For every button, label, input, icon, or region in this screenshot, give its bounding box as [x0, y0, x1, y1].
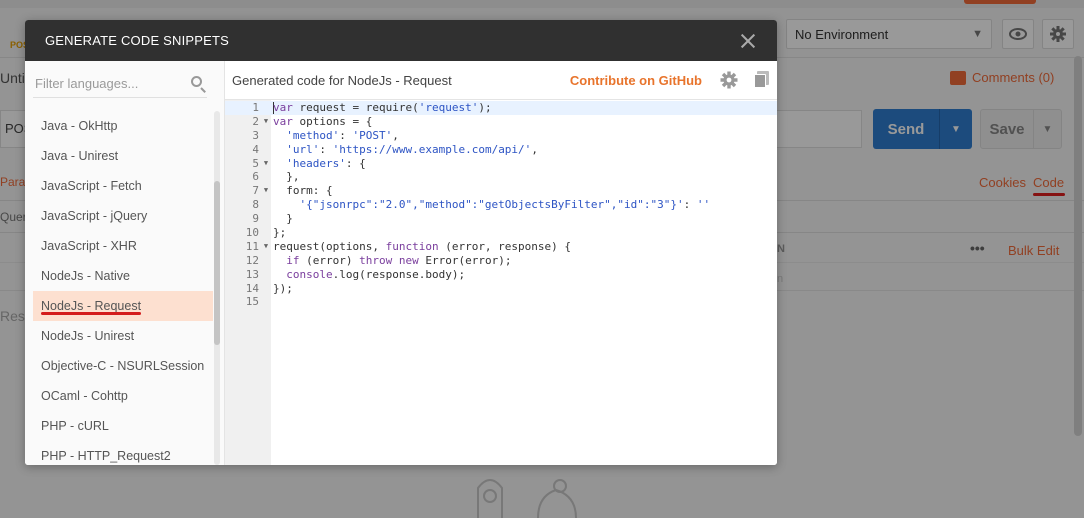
- language-item[interactable]: PHP - cURL: [33, 411, 213, 441]
- language-item[interactable]: JavaScript - Fetch: [33, 171, 213, 201]
- language-search-input[interactable]: [33, 76, 173, 91]
- fold-arrow-icon: ▼: [263, 116, 269, 125]
- github-link[interactable]: Contribute on GitHub: [570, 73, 702, 88]
- code-line: 11 ▼ request(options, function (error, res…: [245, 239, 572, 253]
- code-line: 4 'url': 'https://www.example.com/api/',: [252, 142, 538, 156]
- code-line: 9 }: [252, 212, 293, 226]
- code-line: 12 if (error) throw new Error(error);: [245, 253, 512, 267]
- code-line: 15: [245, 295, 259, 309]
- language-item[interactable]: Java - OkHttp: [33, 111, 213, 141]
- code-editor[interactable]: 1 var request = require('request'); 2 ▼ var…: [225, 99, 777, 465]
- code-line: 1 var request = require('request');: [225, 101, 777, 115]
- modal-body: Java - OkHttp Java - Unirest JavaScript …: [25, 61, 777, 465]
- fold-arrow-icon: ▼: [263, 241, 269, 250]
- language-item-selected[interactable]: NodeJs - Request: [33, 291, 213, 321]
- language-item[interactable]: PHP - HTTP_Request2: [33, 441, 213, 465]
- fold-arrow-icon: ▼: [263, 158, 269, 167]
- modal-title: GENERATE CODE SNIPPETS: [45, 33, 230, 48]
- code-line: 5 ▼ 'headers': {: [252, 156, 366, 170]
- language-item[interactable]: Java - Unirest: [33, 141, 213, 171]
- code-content[interactable]: 1 var request = require('request'); 2 ▼ var…: [225, 101, 777, 309]
- code-line: 7 ▼ form: {: [252, 184, 333, 198]
- code-panel-title: Generated code for NodeJs - Request: [232, 72, 452, 88]
- annotation-underline: [41, 312, 141, 315]
- code-line: 3 'method': 'POST',: [252, 128, 399, 142]
- language-search: [33, 70, 207, 98]
- search-icon[interactable]: [191, 75, 207, 93]
- language-item[interactable]: NodeJs - Unirest: [33, 321, 213, 351]
- language-item[interactable]: JavaScript - XHR: [33, 231, 213, 261]
- code-panel-header: Generated code for NodeJs - Request Cont…: [225, 61, 777, 99]
- scrollbar-thumb[interactable]: [214, 181, 220, 345]
- language-item[interactable]: OCaml - Cohttp: [33, 381, 213, 411]
- language-list: Java - OkHttp Java - Unirest JavaScript …: [33, 111, 213, 465]
- modal-header: GENERATE CODE SNIPPETS: [25, 20, 777, 61]
- language-item[interactable]: JavaScript - jQuery: [33, 201, 213, 231]
- language-panel: Java - OkHttp Java - Unirest JavaScript …: [25, 61, 225, 465]
- close-icon[interactable]: [739, 32, 757, 50]
- language-list-scrollbar[interactable]: [214, 111, 220, 465]
- code-line: 14});: [245, 281, 293, 295]
- gear-icon[interactable]: [720, 71, 738, 89]
- language-item[interactable]: NodeJs - Native: [33, 261, 213, 291]
- code-line: 10};: [245, 226, 287, 240]
- code-line: 13 console.log(response.body);: [245, 267, 466, 281]
- code-panel: Generated code for NodeJs - Request Cont…: [225, 61, 777, 465]
- language-item[interactable]: Objective-C - NSURLSession: [33, 351, 213, 381]
- generate-code-modal: GENERATE CODE SNIPPETS Java - OkHttp Jav…: [25, 20, 777, 465]
- copy-icon[interactable]: [754, 71, 770, 89]
- code-line: 6 },: [252, 170, 300, 184]
- code-line: 8 '{"jsonrpc":"2.0","method":"getObjects…: [252, 198, 711, 212]
- fold-arrow-icon: ▼: [263, 186, 269, 195]
- language-item-label: NodeJs - Request: [41, 299, 142, 313]
- code-line: 2 ▼ var options = {: [252, 114, 373, 128]
